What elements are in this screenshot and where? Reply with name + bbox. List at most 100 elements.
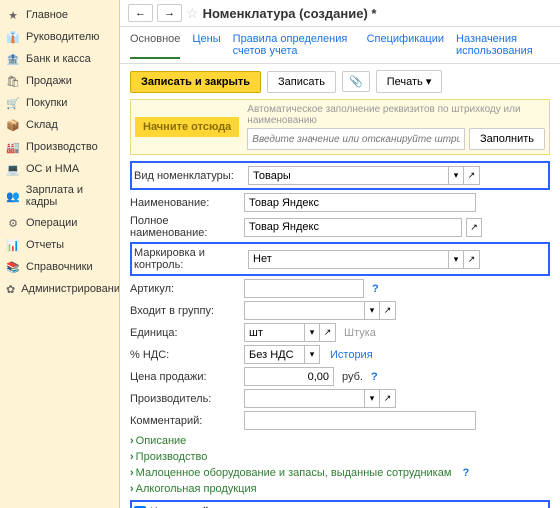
sidebar-label: Зарплата и кадры xyxy=(26,184,113,208)
sidebar-item[interactable]: 📦 Склад xyxy=(0,114,119,136)
price-label: Цена продажи: xyxy=(130,371,240,383)
unit-label: Единица: xyxy=(130,327,240,339)
sidebar-label: Продажи xyxy=(26,75,72,87)
tab[interactable]: Цены xyxy=(192,31,220,59)
sidebar-label: Банк и касса xyxy=(26,53,91,65)
sidebar-icon: 🏦 xyxy=(6,52,20,66)
sidebar-item[interactable]: 📊 Отчеты xyxy=(0,234,119,256)
sidebar-item[interactable]: ✿ Администрирование xyxy=(0,278,119,300)
sidebar-item[interactable]: 👔Руководителю xyxy=(0,26,119,48)
group-label: Входит в группу: xyxy=(130,305,240,317)
comment-input[interactable] xyxy=(244,411,476,430)
comment-label: Комментарий: xyxy=(130,415,240,427)
unit-hint: Штука xyxy=(344,327,376,339)
star-icon[interactable]: ☆ xyxy=(186,5,199,22)
tab[interactable]: Спецификации xyxy=(367,31,444,59)
mark-label: Маркировка и контроль: xyxy=(134,247,244,271)
start-here: Начните отсюда Автоматическое заполнение… xyxy=(130,99,550,155)
type-select[interactable] xyxy=(248,166,448,185)
save-close-button[interactable]: Записать и закрыть xyxy=(130,71,261,93)
sidebar-label: Главное xyxy=(26,9,68,21)
sidebar-item[interactable]: 👥 Зарплата и кадры xyxy=(0,180,119,212)
mfr-open[interactable]: ↗ xyxy=(380,389,396,408)
sidebar-item[interactable]: ⚙ Операции xyxy=(0,212,119,234)
art-input[interactable] xyxy=(244,279,364,298)
sidebar-icon: 📚 xyxy=(6,260,20,274)
name-input[interactable] xyxy=(244,193,476,212)
tab[interactable]: Назначения использования xyxy=(456,31,550,59)
sidebar-icon: 💻 xyxy=(6,162,20,176)
fill-button[interactable]: Заполнить xyxy=(469,128,545,150)
group-open[interactable]: ↗ xyxy=(380,301,396,320)
group-select[interactable] xyxy=(244,301,364,320)
type-open[interactable]: ↗ xyxy=(464,166,480,185)
art-label: Артикул: xyxy=(130,283,240,295)
sidebar-item[interactable]: 💻ОС и НМА xyxy=(0,158,119,180)
help-icon[interactable]: ? xyxy=(371,371,378,383)
sidebar-label: Справочники xyxy=(26,261,93,273)
sidebar: ★Главное👔Руководителю 🏦 Банк и касса 🛍 Прода… xyxy=(0,0,120,508)
sidebar-icon: 🏭 xyxy=(6,140,20,154)
mfr-label: Производитель: xyxy=(130,393,240,405)
type-dropdown[interactable]: ▾ xyxy=(448,166,464,185)
content: Начните отсюда Автоматическое заполнение… xyxy=(120,99,560,508)
sidebar-label: Операции xyxy=(26,217,77,229)
sidebar-label: Склад xyxy=(26,119,58,131)
vat-select[interactable] xyxy=(244,345,304,364)
main: ← → ☆ Номенклатура (создание) * Основное… xyxy=(120,0,560,508)
sidebar-item[interactable]: 🏦 Банк и касса xyxy=(0,48,119,70)
vat-dropdown[interactable]: ▾ xyxy=(304,345,320,364)
mark-dropdown[interactable]: ▾ xyxy=(448,250,464,269)
action-bar: Записать и закрыть Записать 📎 Печать ▾ xyxy=(120,64,560,99)
help-icon[interactable]: ? xyxy=(372,283,379,295)
unit-select[interactable] xyxy=(244,323,304,342)
mark-select[interactable] xyxy=(248,250,448,269)
unit-open[interactable]: ↗ xyxy=(320,323,336,342)
sidebar-icon: 📦 xyxy=(6,118,20,132)
page-title: Номенклатура (создание) * xyxy=(203,6,377,21)
sidebar-icon: 🛒 xyxy=(6,96,20,110)
sidebar-icon: 👔 xyxy=(6,30,20,44)
save-button[interactable]: Записать xyxy=(267,71,336,93)
tab[interactable]: Основное xyxy=(130,31,180,59)
name-label: Наименование: xyxy=(130,197,240,209)
sidebar-item[interactable]: 🏭Производство xyxy=(0,136,119,158)
sidebar-item[interactable]: ★Главное xyxy=(0,4,119,26)
price-input[interactable] xyxy=(244,367,334,386)
sidebar-label: Покупки xyxy=(26,97,67,109)
tab[interactable]: Правила определения счетов учета xyxy=(233,31,355,59)
unit-dropdown[interactable]: ▾ xyxy=(304,323,320,342)
tabs: Основное Цены Правила определения счетов у… xyxy=(120,27,560,64)
sidebar-label: Администрирование xyxy=(21,283,120,295)
attach-button[interactable]: 📎 xyxy=(342,71,370,92)
mfr-select[interactable] xyxy=(244,389,364,408)
sidebar-icon: ✿ xyxy=(6,282,15,296)
type-label: Вид номенклатуры: xyxy=(134,170,244,182)
barcode-input[interactable] xyxy=(247,128,465,150)
expand-description[interactable]: Описание xyxy=(130,433,550,449)
mark-open[interactable]: ↗ xyxy=(464,250,480,269)
sidebar-icon: 📊 xyxy=(6,238,20,252)
print-button[interactable]: Печать ▾ xyxy=(376,70,443,93)
fullname-open[interactable]: ↗ xyxy=(466,218,482,237)
expand-lowvalue[interactable]: Малоценное оборудование и запасы, выданн… xyxy=(130,465,550,481)
expand-production[interactable]: Производство xyxy=(130,449,550,465)
group-dropdown[interactable]: ▾ xyxy=(364,301,380,320)
sidebar-icon: ⚙ xyxy=(6,216,20,230)
mfr-dropdown[interactable]: ▾ xyxy=(364,389,380,408)
sidebar-label: Отчеты xyxy=(26,239,64,251)
fullname-label: Полное наименование: xyxy=(130,215,240,239)
toolbar: ← → ☆ Номенклатура (создание) * xyxy=(120,0,560,27)
sidebar-icon: 👥 xyxy=(6,189,20,203)
sidebar-icon: 🛍 xyxy=(6,74,20,88)
fullname-input[interactable] xyxy=(244,218,462,237)
expand-alcohol[interactable]: Алкогольная продукция xyxy=(130,481,550,497)
sidebar-item[interactable]: 🛒 Покупки xyxy=(0,92,119,114)
sidebar-item[interactable]: 📚 Справочники xyxy=(0,256,119,278)
help-icon[interactable]: ? xyxy=(462,467,469,479)
import-box: Импортный товар Страна происхождения: ▾ … xyxy=(130,500,550,508)
history-link[interactable]: История xyxy=(330,349,373,361)
forward-button[interactable]: → xyxy=(157,4,182,22)
back-button[interactable]: ← xyxy=(128,4,153,22)
sidebar-item[interactable]: 🛍 Продажи xyxy=(0,70,119,92)
